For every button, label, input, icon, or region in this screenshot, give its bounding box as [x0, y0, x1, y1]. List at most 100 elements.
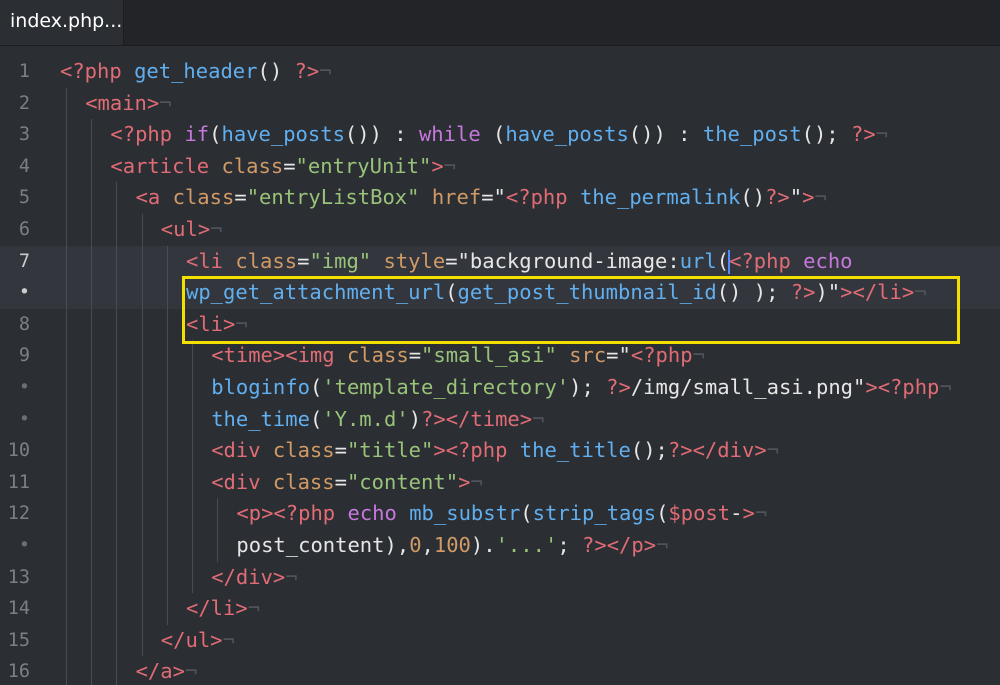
code-text: <div class="title"><?php the_title();?><…: [211, 438, 779, 463]
indent-guide: [192, 340, 193, 372]
code-text: </a>¬: [135, 659, 198, 684]
code-line[interactable]: 13 </div>¬: [0, 561, 1000, 594]
line-number: 3: [18, 124, 30, 146]
code-text: bloginfo('template_directory'); ?>/img/s…: [211, 374, 952, 399]
indent-guide: [192, 529, 193, 562]
code-line[interactable]: 10 <div class="title"><?php the_title();?…: [0, 435, 1000, 467]
indent-guide: [141, 277, 143, 309]
code-line[interactable]: 5 <a class="entryListBox" href="<?php the…: [0, 182, 1000, 214]
indent-guide: [66, 466, 67, 499]
eol-marker: ¬: [159, 90, 172, 115]
code-text: the_time('Y.m.d')?></time>¬: [211, 406, 545, 431]
indent-guide: [192, 466, 193, 499]
indent-guide: [66, 150, 67, 183]
code-line[interactable]: 2 <main>¬: [0, 87, 1000, 120]
code-text: post_content),0,100).'...'; ?></p>¬: [236, 532, 669, 557]
indent-guide: [91, 150, 93, 183]
line-number: 5: [18, 187, 30, 209]
indent-guide: [141, 371, 143, 404]
tab-bar: index.php...: [0, 0, 1000, 46]
eol-marker: ¬: [914, 280, 927, 305]
indent-guide: [66, 624, 67, 657]
indent-guide: [166, 277, 168, 309]
indent-guide: [91, 435, 93, 467]
code-line[interactable]: 14 </li>¬: [0, 593, 1000, 625]
eol-marker: ¬: [319, 59, 332, 83]
indent-guide: [66, 371, 67, 404]
code-text: <li>¬: [186, 311, 248, 336]
indent-guide: [141, 593, 143, 625]
indent-guide: [91, 308, 93, 341]
line-number: 13: [7, 566, 30, 588]
line-number: 16: [7, 661, 30, 683]
code-line[interactable]: 1 <?php get_header() ?>¬: [0, 56, 1000, 88]
code-line[interactable]: 4 <article class="entryUnit">¬: [0, 150, 1000, 183]
indent-guide: [192, 371, 193, 404]
indent-guide: [91, 119, 93, 151]
tab-index-php[interactable]: index.php...: [0, 0, 124, 45]
indent-guide: [116, 561, 118, 594]
code-line[interactable]: 12 <p><?php echo mb_substr(strip_tags($po…: [0, 498, 1000, 530]
eol-marker: ¬: [247, 596, 261, 621]
line-number: 12: [7, 503, 30, 525]
indent-guide: [141, 498, 143, 530]
indent-guide: [66, 119, 67, 151]
indent-guide: [116, 308, 118, 341]
code-line[interactable]: 16 </a>¬: [0, 656, 1000, 685]
code-line[interactable]: • the_time('Y.m.d')?></time>¬: [0, 403, 1000, 436]
indent-guide: [66, 213, 67, 246]
indent-guide: [116, 403, 118, 436]
indent-guide: [91, 371, 93, 404]
indent-guide: [91, 561, 93, 594]
indent-guide: [91, 529, 93, 562]
indent-guide: [141, 340, 143, 372]
indent-guide: [166, 498, 168, 530]
indent-guide: [91, 498, 93, 530]
indent-guide: [166, 593, 168, 625]
indent-guide: [91, 277, 93, 309]
code-text: <p><?php echo mb_substr(strip_tags($post…: [236, 501, 768, 526]
indent-guide: [116, 656, 118, 685]
eol-marker: ¬: [754, 501, 768, 526]
code-lines: 1 <?php get_header() ?>¬ 2 <main>¬ 3 <?php if…: [0, 56, 1000, 685]
indent-guide: [66, 561, 67, 594]
eol-marker: ¬: [875, 122, 889, 147]
indent-guide: [66, 340, 67, 372]
code-line[interactable]: 6 <ul>¬: [0, 213, 1000, 246]
code-line[interactable]: 9 <time><img class="small_asi" src="<?php…: [0, 340, 1000, 372]
code-line[interactable]: 3 <?php if(have_posts()) : while (have_po…: [0, 119, 1000, 151]
eol-marker: ¬: [766, 438, 779, 463]
indent-guide: [166, 403, 168, 436]
line-number: 14: [7, 598, 30, 620]
code-text: <time><img class="small_asi" src="<?php¬: [211, 343, 705, 368]
indent-guide: [116, 498, 118, 530]
indent-guide: [166, 245, 168, 278]
code-line[interactable]: 8 <li>¬: [0, 308, 1000, 341]
eol-marker: ¬: [235, 311, 248, 336]
code-line[interactable]: • wp_get_attachment_url(get_post_thumbnai…: [0, 277, 1000, 309]
code-line[interactable]: 11 <div class="content">¬: [0, 466, 1000, 499]
line-number: 11: [7, 471, 30, 493]
line-number: 7: [18, 250, 30, 272]
code-line[interactable]: 15 </ul>¬: [0, 624, 1000, 657]
indent-guide: [91, 213, 93, 246]
code-editor[interactable]: 1 <?php get_header() ?>¬ 2 <main>¬ 3 <?php if…: [0, 46, 1000, 685]
line-number: 15: [7, 629, 30, 651]
code-text: wp_get_attachment_url(get_post_thumbnail…: [186, 280, 927, 305]
code-text: <main>¬: [85, 90, 172, 115]
eol-marker: ¬: [222, 627, 235, 652]
indent-guide: [66, 277, 67, 309]
indent-guide: [66, 498, 67, 530]
code-line[interactable]: 7 <li class="img" style="background-image…: [0, 245, 1000, 278]
code-line[interactable]: • bloginfo('template_directory'); ?>/img/…: [0, 371, 1000, 404]
indent-guide: [116, 624, 118, 657]
indent-guide: [192, 498, 193, 530]
code-line[interactable]: • post_content),0,100).'...'; ?></p>¬: [0, 529, 1000, 562]
line-number: •: [18, 408, 30, 430]
line-number: •: [18, 534, 30, 556]
line-number: 6: [18, 218, 30, 240]
indent-guide: [217, 498, 219, 530]
indent-guide: [116, 529, 118, 562]
code-text: <div class="content">¬: [211, 469, 483, 494]
eol-marker: ¬: [443, 153, 456, 178]
